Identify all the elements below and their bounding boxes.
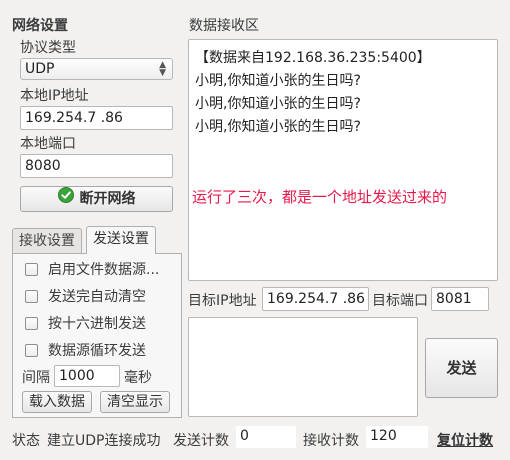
protocol-select-value: UDP <box>25 61 55 77</box>
loop-send-checkbox[interactable] <box>25 343 38 357</box>
status-label: 状态 <box>12 433 40 449</box>
receive-area-title: 数据接收区 <box>189 18 259 34</box>
status-text: 建立UDP连接成功 <box>47 433 161 449</box>
send-count-value: 0 <box>236 426 296 448</box>
interval-input[interactable]: 1000 <box>54 365 120 387</box>
local-ip-input[interactable]: 169.254.7 .86 <box>20 106 173 130</box>
loop-send-label: 数据源循环发送 <box>48 343 146 359</box>
receive-textarea[interactable]: 【数据来自192.168.36.235:5400】 小明,你知道小张的生日吗? … <box>188 39 498 281</box>
send-button[interactable]: 发送 <box>425 338 498 398</box>
tab-receive-settings[interactable]: 接收设置 <box>12 228 82 254</box>
recv-count-value: 120 <box>366 426 428 448</box>
tab-send-settings[interactable]: 发送设置 <box>86 226 156 254</box>
disconnect-button-label: 断开网络 <box>79 191 136 207</box>
receive-line: 小明,你知道小张的生日吗? <box>195 119 361 135</box>
receive-line: 小明,你知道小张的生日吗? <box>195 96 361 112</box>
target-port-input[interactable]: 8081 <box>431 287 489 311</box>
auto-clear-label: 发送完自动清空 <box>48 289 146 305</box>
load-data-button[interactable]: 载入数据 <box>22 391 92 413</box>
send-hex-label: 按十六进制发送 <box>48 316 146 332</box>
protocol-label: 协议类型 <box>20 40 76 56</box>
check-circle-icon <box>57 187 74 211</box>
enable-file-source-label: 启用文件数据源... <box>48 262 160 278</box>
enable-file-source-option[interactable]: 启用文件数据源... <box>25 258 159 280</box>
clear-display-button[interactable]: 清空显示 <box>100 391 170 413</box>
target-ip-input[interactable]: 169.254.7 .86 <box>262 287 369 311</box>
send-hex-option[interactable]: 按十六进制发送 <box>25 312 146 334</box>
loop-send-option[interactable]: 数据源循环发送 <box>25 339 146 361</box>
recv-count-label: 接收计数 <box>303 433 359 449</box>
local-port-label: 本地端口 <box>20 136 76 152</box>
local-port-input[interactable]: 8080 <box>20 154 173 178</box>
send-textarea[interactable] <box>188 317 418 417</box>
protocol-select[interactable]: UDP ▲ ▼ <box>20 58 173 80</box>
interval-unit: 毫秒 <box>124 370 152 386</box>
enable-file-source-checkbox[interactable] <box>25 262 38 276</box>
local-ip-label: 本地IP地址 <box>20 88 89 104</box>
network-settings-title: 网络设置 <box>12 18 68 34</box>
interval-label: 间隔 <box>22 370 50 386</box>
receive-line: 小明,你知道小张的生日吗? <box>195 73 361 89</box>
target-port-label: 目标端口 <box>372 293 428 309</box>
annotation-text: 运行了三次，都是一个地址发送过来的 <box>192 188 448 206</box>
disconnect-button[interactable]: 断开网络 <box>20 186 173 212</box>
receive-line: 【数据来自192.168.36.235:5400】 <box>195 50 431 66</box>
updown-chevron-icon: ▲ ▼ <box>159 60 166 78</box>
send-count-label: 发送计数 <box>173 433 229 449</box>
target-ip-label: 目标IP地址 <box>188 293 257 309</box>
send-hex-checkbox[interactable] <box>25 316 38 330</box>
auto-clear-checkbox[interactable] <box>25 289 38 303</box>
auto-clear-option[interactable]: 发送完自动清空 <box>25 285 146 307</box>
reset-count-link[interactable]: 复位计数 <box>437 430 493 450</box>
